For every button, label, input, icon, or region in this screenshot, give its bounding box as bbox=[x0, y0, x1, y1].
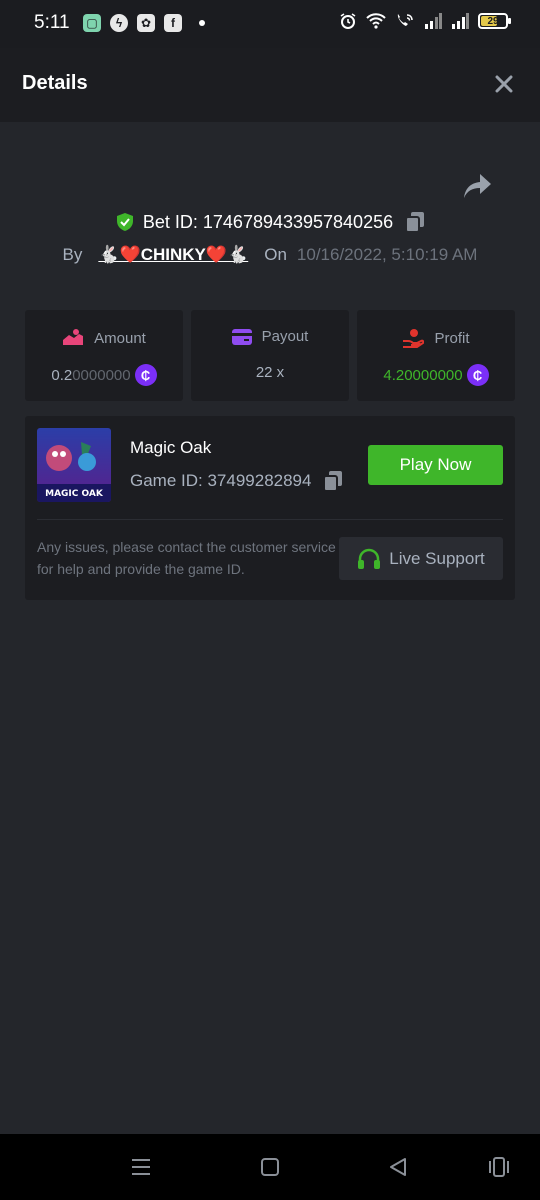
play-now-button[interactable]: Play Now bbox=[368, 445, 503, 485]
back-icon[interactable] bbox=[387, 1156, 409, 1178]
profit-label: Profit bbox=[434, 329, 470, 347]
copy-icon[interactable] bbox=[405, 211, 425, 233]
close-button[interactable] bbox=[492, 72, 516, 96]
on-label: On bbox=[264, 245, 287, 264]
menu-icon[interactable] bbox=[130, 1156, 152, 1178]
share-icon[interactable] bbox=[462, 172, 492, 200]
profit-card: Profit 4.2 0000000 ₵ bbox=[357, 310, 515, 401]
user-name-link[interactable]: 🐇❤️CHINKY❤️🐇 bbox=[98, 245, 248, 265]
amount-card: Amount 0.2 0000000 ₵ bbox=[25, 310, 183, 401]
more-notifications-dot bbox=[199, 20, 205, 26]
currency-coin-icon: ₵ bbox=[134, 364, 157, 386]
live-support-label: Live Support bbox=[389, 548, 485, 568]
game-id: Game ID: 37499282894 bbox=[130, 471, 312, 490]
bet-owner-row: By 🐇❤️CHINKY❤️🐇 On 10/16/2022, 5:10:19 A… bbox=[0, 241, 540, 269]
page-title: Details bbox=[22, 72, 88, 94]
amount-value-decimals: 0000000 bbox=[72, 366, 131, 384]
amount-label: Amount bbox=[94, 329, 146, 347]
chat-app-icon: ▢ bbox=[83, 14, 101, 32]
live-support-button[interactable]: Live Support bbox=[339, 537, 503, 580]
status-time: 5:11 bbox=[34, 12, 70, 33]
messenger-icon: ϟ bbox=[110, 14, 128, 32]
system-nav-bar bbox=[0, 1134, 540, 1200]
bet-date: 10/16/2022, 5:10:19 AM bbox=[296, 245, 478, 264]
wifi-icon bbox=[366, 13, 386, 29]
payout-card: Payout 22 x bbox=[191, 310, 349, 401]
game-id-row: Game ID: 37499282894 bbox=[130, 470, 343, 492]
game-thumbnail[interactable]: MAGIC OAK bbox=[37, 428, 111, 502]
game-name: Magic Oak bbox=[130, 438, 212, 457]
payout-label: Payout bbox=[261, 328, 309, 345]
battery-level: 29 bbox=[487, 15, 499, 27]
game-thumbnail-title: MAGIC OAK bbox=[45, 489, 104, 499]
bet-id-row: Bet ID: 1746789433957840256 bbox=[0, 208, 540, 236]
game-panel: MAGIC OAK Magic Oak Game ID: 37499282894… bbox=[25, 416, 515, 600]
system-icons: 29 bbox=[339, 12, 511, 30]
profit-value-decimals: 0000000 bbox=[404, 366, 463, 384]
copy-game-id-icon[interactable] bbox=[323, 470, 343, 492]
status-bar: 5:11 ▢ ϟ ✿ f 29 bbox=[0, 0, 540, 48]
support-hint-text: Any issues, please contact the customer … bbox=[37, 539, 336, 577]
divider bbox=[37, 519, 503, 520]
wifi-calling-icon bbox=[397, 14, 413, 26]
details-header: Details bbox=[0, 48, 540, 122]
facebook-icon: f bbox=[164, 14, 182, 32]
alarm-icon bbox=[340, 13, 356, 29]
currency-coin-icon: ₵ bbox=[466, 364, 489, 386]
amount-icon bbox=[63, 329, 84, 345]
screen-rotate-icon[interactable] bbox=[486, 1156, 512, 1178]
signal-icon-2 bbox=[452, 13, 469, 29]
verified-shield-icon bbox=[116, 213, 133, 231]
home-icon[interactable] bbox=[259, 1156, 281, 1178]
battery-icon: 29 bbox=[478, 13, 511, 29]
by-label: By bbox=[62, 245, 83, 264]
payout-card-icon bbox=[231, 328, 252, 345]
headset-icon bbox=[358, 548, 381, 569]
bet-id: Bet ID: 1746789433957840256 bbox=[142, 211, 394, 232]
image-app-icon: ✿ bbox=[137, 14, 155, 32]
profit-icon bbox=[403, 329, 425, 348]
profit-value: 4.2 bbox=[383, 366, 405, 384]
payout-value: 22 x bbox=[255, 364, 285, 381]
signal-icon-1 bbox=[425, 13, 442, 29]
notification-icons: ▢ ϟ ✿ f bbox=[83, 14, 205, 32]
amount-value: 0.2 bbox=[51, 366, 73, 384]
